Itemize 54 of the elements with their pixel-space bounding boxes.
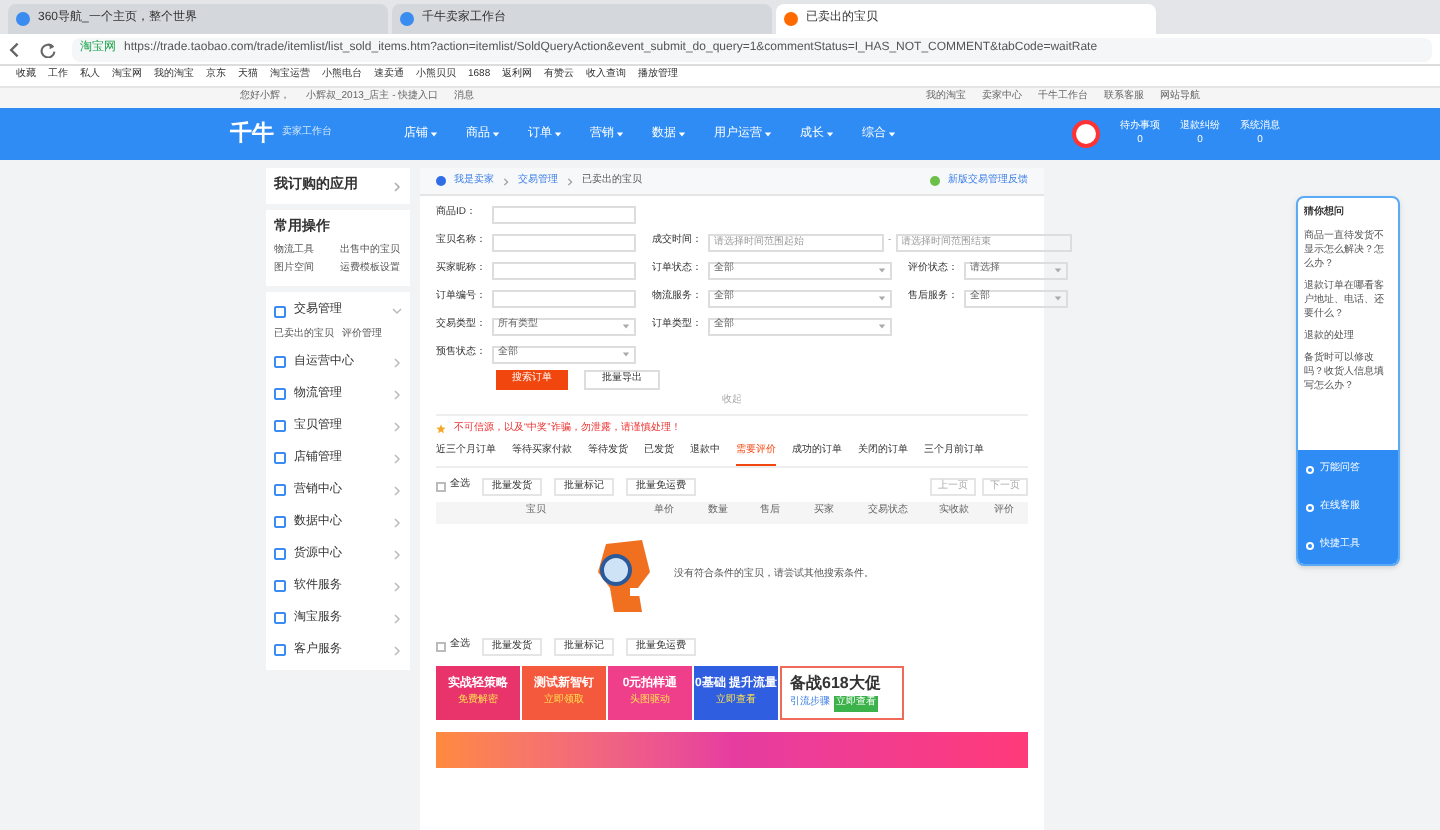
chevron-icon xyxy=(502,177,510,185)
menu-icon xyxy=(274,388,286,400)
chevron-icon xyxy=(392,645,402,655)
input-field[interactable] xyxy=(492,205,636,223)
caret-icon xyxy=(616,130,624,138)
avatar-icon[interactable] xyxy=(1072,120,1100,148)
caret-icon xyxy=(888,130,896,138)
chevron-icon xyxy=(392,485,402,495)
menu-icon xyxy=(274,644,286,656)
help-icon xyxy=(1306,465,1314,473)
chevron-icon xyxy=(392,421,402,431)
caret-icon xyxy=(622,350,630,358)
back-icon[interactable] xyxy=(8,41,24,57)
caret-icon xyxy=(430,130,438,138)
chevron-icon xyxy=(392,549,402,559)
menu-icon xyxy=(274,516,286,528)
chevron-icon xyxy=(392,453,402,463)
input-field[interactable] xyxy=(492,233,636,251)
menu-icon xyxy=(274,484,286,496)
menu-icon xyxy=(274,548,286,560)
menu-icon xyxy=(274,580,286,592)
menu-icon xyxy=(274,356,286,368)
caret-icon xyxy=(1054,266,1062,274)
caret-icon xyxy=(492,130,500,138)
caret-icon xyxy=(554,130,562,138)
caret-icon xyxy=(878,294,886,302)
star-icon xyxy=(436,423,446,434)
menu-icon xyxy=(274,420,286,432)
help-icon xyxy=(1306,503,1314,511)
caret-icon xyxy=(1054,294,1062,302)
checkbox[interactable] xyxy=(436,641,446,651)
caret-icon xyxy=(678,130,686,138)
menu-icon xyxy=(274,305,286,317)
input-field[interactable] xyxy=(492,261,636,279)
chevron-icon xyxy=(392,517,402,527)
chevron-icon xyxy=(392,581,402,591)
chevron-icon xyxy=(392,389,402,399)
caret-icon xyxy=(878,266,886,274)
banner-title: 备战618大促 xyxy=(790,672,881,695)
menu-icon xyxy=(274,452,286,464)
caret-icon xyxy=(764,130,772,138)
help-icon xyxy=(1306,541,1314,549)
menu-icon xyxy=(274,612,286,624)
caret-icon xyxy=(878,322,886,330)
reload-icon[interactable] xyxy=(40,41,56,57)
caret-icon xyxy=(826,130,834,138)
chevron-icon xyxy=(392,613,402,623)
chevron-icon xyxy=(392,306,402,316)
checkbox[interactable] xyxy=(436,481,446,491)
chevron-icon xyxy=(392,357,402,367)
chevron-icon xyxy=(566,177,574,185)
caret-icon xyxy=(622,322,630,330)
input-field[interactable] xyxy=(492,289,636,307)
chevron-icon xyxy=(392,181,402,191)
